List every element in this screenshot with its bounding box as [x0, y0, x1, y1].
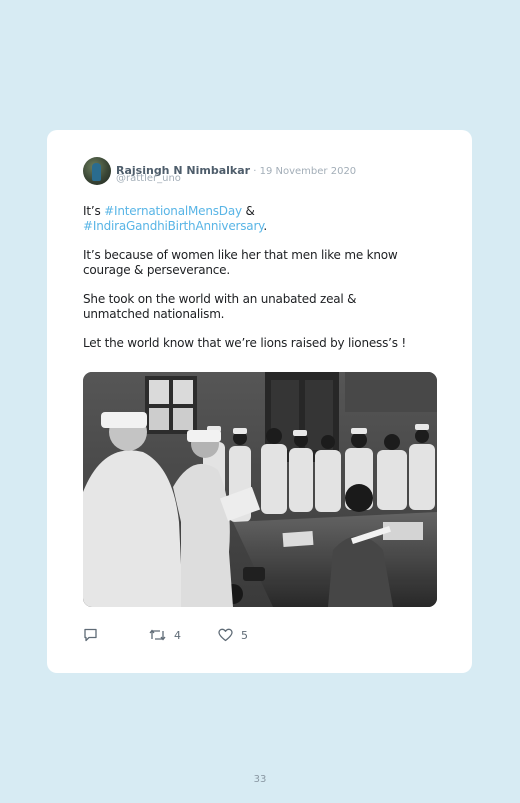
tweet-text: It’s #InternationalMensDay & #IndiraGandh…: [83, 204, 423, 365]
tweet-actions: 4 5: [83, 628, 283, 644]
tweet-paragraph-1: It’s #InternationalMensDay & #IndiraGandh…: [83, 204, 423, 234]
heart-icon[interactable]: [218, 628, 233, 642]
author-handle[interactable]: @rattler_uno: [116, 173, 181, 184]
tweet-paragraph-2: It’s because of women like her that men …: [83, 248, 398, 277]
retweet-icon[interactable]: [149, 628, 166, 642]
reply-action[interactable]: [83, 628, 98, 642]
tweet-paragraph-3: She took on the world with an unabated z…: [83, 292, 357, 321]
page-number: 33: [253, 774, 267, 785]
tweet-date[interactable]: 19 November 2020: [260, 166, 357, 177]
like-action[interactable]: 5: [218, 628, 248, 642]
text-fragment: &: [241, 204, 255, 218]
retweet-action[interactable]: 4: [149, 628, 181, 642]
reply-icon[interactable]: [83, 628, 98, 642]
tweet-paragraph-4: Let the world know that we’re lions rais…: [83, 336, 407, 350]
text-fragment: It’s: [83, 204, 105, 218]
text-fragment: .: [263, 219, 267, 233]
date-separator: ·: [250, 166, 260, 177]
tweet-card: Rajsingh N Nimbalkar · 19 November 2020 …: [47, 130, 472, 673]
like-count: 5: [241, 628, 248, 642]
hashtag-international-mens-day[interactable]: #InternationalMensDay: [104, 204, 242, 218]
hashtag-indira-gandhi-birth-anniversary[interactable]: #IndiraGandhiBirthAnniversary: [83, 219, 264, 233]
tweet-photo[interactable]: [83, 372, 437, 607]
photo-illustration: [83, 372, 437, 607]
retweet-count: 4: [174, 628, 181, 642]
avatar[interactable]: [83, 157, 111, 185]
